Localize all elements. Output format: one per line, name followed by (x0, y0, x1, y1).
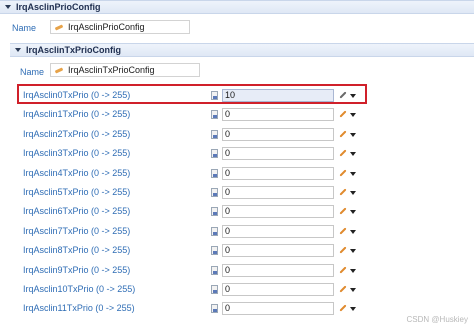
section-title: IrqAsclinTxPrioConfig (26, 45, 122, 55)
param-label: IrqAsclin10TxPrio (0 -> 255) (23, 284, 136, 294)
name-label: Name (12, 23, 37, 33)
param-label: IrqAsclin7TxPrio (0 -> 255) (23, 225, 131, 236)
pencil-icon[interactable] (338, 129, 348, 139)
param-label: IrqAsclin8TxPrio (0 -> 255) (23, 245, 131, 256)
name-label: Name (20, 67, 45, 77)
param-value-field[interactable]: 0 (222, 108, 334, 122)
collapse-triangle-icon[interactable] (5, 5, 11, 9)
outer-name-row: Name (12, 21, 36, 35)
document-icon (211, 129, 218, 139)
caret-down-icon[interactable] (350, 268, 356, 273)
param-value-field[interactable]: 0 (222, 283, 334, 296)
pencil-icon[interactable] (338, 284, 348, 294)
caret-down-icon[interactable] (350, 307, 356, 312)
document-icon (211, 285, 218, 294)
pencil-icon[interactable] (338, 226, 348, 236)
pencil-icon (55, 67, 64, 73)
param-row: IrqAsclin4TxPrio (0 -> 255) 0 (20, 164, 364, 182)
pencil-icon[interactable] (338, 303, 348, 313)
inner-name-value: IrqAsclinTxPrioConfig (68, 65, 155, 75)
inner-name-field[interactable]: IrqAsclinTxPrioConfig (50, 63, 200, 77)
param-label: IrqAsclin1TxPrio (0 -> 255) (23, 109, 131, 120)
document-icon (211, 168, 218, 178)
collapse-triangle-icon[interactable] (15, 48, 21, 52)
document-icon (211, 188, 218, 197)
document-icon (211, 226, 218, 236)
param-row: IrqAsclin8TxPrio (0 -> 255) 0 (20, 241, 364, 259)
param-row: IrqAsclin5TxPrio (0 -> 255) 0 (20, 183, 364, 201)
param-value-field[interactable]: 0 (222, 302, 334, 316)
param-label: IrqAsclin3TxPrio (0 -> 255) (23, 148, 131, 159)
watermark: CSDN @Huskiey (406, 315, 468, 324)
param-row: IrqAsclin11TxPrio (0 -> 255) 0 (20, 299, 364, 317)
param-value-field[interactable]: 0 (222, 263, 334, 277)
param-label: IrqAsclin4TxPrio (0 -> 255) (23, 167, 131, 178)
caret-down-icon[interactable] (350, 132, 356, 137)
document-icon (211, 304, 218, 314)
param-row: IrqAsclin9TxPrio (0 -> 255) 0 (20, 261, 364, 279)
document-icon (211, 246, 218, 256)
pencil-icon (55, 24, 64, 30)
caret-down-icon[interactable] (350, 152, 356, 157)
param-label: IrqAsclin9TxPrio (0 -> 255) (23, 264, 131, 275)
document-icon (211, 149, 218, 159)
outer-name-value: IrqAsclinPrioConfig (68, 22, 145, 32)
param-value-field[interactable]: 0 (222, 186, 334, 199)
param-label: IrqAsclin5TxPrio (0 -> 255) (23, 187, 131, 197)
param-row: IrqAsclin10TxPrio (0 -> 255) 0 (20, 280, 364, 298)
document-icon (211, 207, 218, 217)
caret-down-icon[interactable] (350, 113, 356, 118)
section-header-irqasclintxprioconfig[interactable]: IrqAsclinTxPrioConfig (10, 43, 474, 57)
caret-down-icon[interactable] (350, 288, 356, 292)
param-value-field[interactable]: 0 (222, 244, 334, 258)
document-icon (211, 265, 218, 275)
pencil-icon[interactable] (338, 168, 348, 178)
param-row: IrqAsclin7TxPrio (0 -> 255) 0 (20, 222, 364, 240)
caret-down-icon[interactable] (350, 249, 356, 254)
outer-name-field[interactable]: IrqAsclinPrioConfig (50, 20, 190, 34)
param-value-field[interactable]: 0 (222, 166, 334, 180)
param-label: IrqAsclin6TxPrio (0 -> 255) (23, 206, 131, 217)
pencil-icon[interactable] (338, 148, 348, 158)
param-label: IrqAsclin2TxPrio (0 -> 255) (23, 128, 131, 139)
section-title: IrqAsclinPrioConfig (16, 2, 101, 12)
param-value-field[interactable]: 0 (222, 205, 334, 219)
param-value-field[interactable]: 0 (222, 147, 334, 161)
param-row: IrqAsclin3TxPrio (0 -> 255) 0 (20, 144, 364, 162)
pencil-icon[interactable] (338, 265, 348, 275)
pencil-icon[interactable] (338, 187, 348, 197)
document-icon (211, 110, 218, 120)
pencil-icon[interactable] (338, 109, 348, 119)
caret-down-icon[interactable] (350, 191, 356, 195)
caret-down-icon[interactable] (350, 171, 356, 176)
pencil-icon[interactable] (338, 245, 348, 255)
param-value-field[interactable]: 0 (222, 127, 334, 141)
caret-down-icon[interactable] (350, 210, 356, 215)
param-row: IrqAsclin1TxPrio (0 -> 255) 0 (20, 105, 364, 123)
pencil-icon[interactable] (338, 206, 348, 216)
section-header-irqasclinprioconfig[interactable]: IrqAsclinPrioConfig (0, 0, 474, 14)
param-value-field[interactable]: 0 (222, 224, 334, 238)
inner-name-row: Name (20, 65, 44, 79)
param-label: IrqAsclin11TxPrio (0 -> 255) (23, 303, 135, 314)
caret-down-icon[interactable] (350, 229, 356, 234)
param-row: IrqAsclin2TxPrio (0 -> 255) 0 (20, 125, 364, 143)
param-row: IrqAsclin6TxPrio (0 -> 255) 0 (20, 202, 364, 220)
highlight-box (17, 84, 367, 104)
